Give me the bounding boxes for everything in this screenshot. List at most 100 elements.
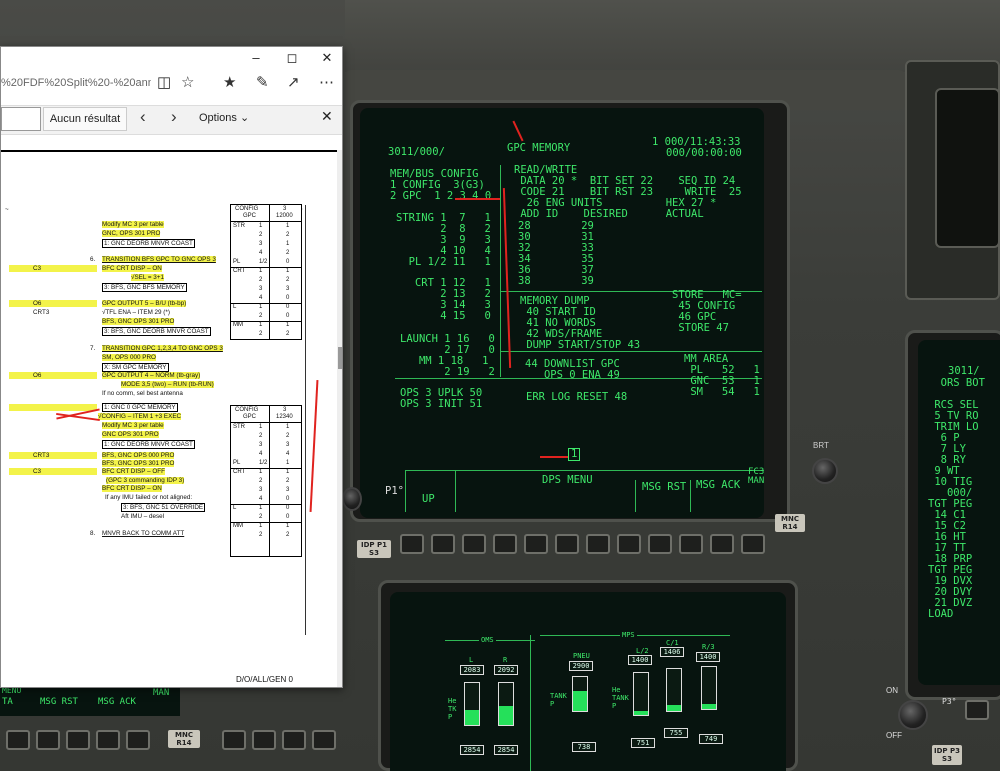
lower-left-key-6[interactable]	[222, 730, 246, 750]
table-cell-gpc: 4	[259, 250, 263, 256]
find-previous-button[interactable]: ‹	[140, 107, 146, 127]
crt-mm-area: MM AREA PL 52 1 GNC 53 1 SM 54 1	[684, 353, 760, 398]
on-label: ON	[886, 686, 898, 695]
crt-softkey-sep-2	[635, 480, 636, 512]
share-icon[interactable]: ↗	[287, 73, 300, 93]
highlight-bar	[9, 404, 97, 411]
reading-view-icon[interactable]: ◫	[157, 73, 171, 93]
edge-key-6[interactable]	[555, 534, 579, 554]
table2-header-config: CONFIG	[235, 407, 259, 413]
table-cell-gpc: 2	[259, 478, 263, 484]
oms-l-value: 2083	[460, 665, 484, 675]
crt-softkey-dps-menu[interactable]: DPS MENU	[542, 475, 593, 486]
table-cell-value: 3	[286, 487, 290, 493]
mps-value-751: 751	[631, 738, 655, 748]
step-number-6: 6.	[90, 256, 96, 263]
edge-key-10[interactable]	[679, 534, 703, 554]
find-result-label: Aucun résultat	[43, 107, 127, 131]
more-icon[interactable]: ⋯	[319, 73, 334, 93]
he-r3-value: 1400	[696, 652, 720, 662]
table-cell-gpc: 2	[259, 232, 263, 238]
address-bar[interactable]: %20FDF%20Split%20-%20annotate	[1, 71, 151, 95]
crt-ops-block: OPS 3 UPLK 50 OPS 3 INIT 51	[400, 387, 483, 410]
crt-launch-table: LAUNCH 1 16 0 2 17 0 MM 1 18 1 2 19 2	[400, 333, 495, 378]
right-edge-key-1[interactable]	[965, 700, 989, 720]
lower-left-key-2[interactable]	[36, 730, 60, 750]
lower-left-key-7[interactable]	[252, 730, 276, 750]
favorites-list-icon[interactable]: ★	[223, 73, 236, 93]
lower-left-ta[interactable]: TA	[2, 697, 13, 708]
lower-left-man[interactable]: MAN	[153, 688, 169, 699]
edge-key-8[interactable]	[617, 534, 641, 554]
step-line: √CONFIG – ITEM 1 +3 EXEC	[98, 413, 182, 420]
table-cell-gpc: 2	[259, 433, 263, 439]
lower-left-msg-rst[interactable]: MSG RST	[40, 697, 78, 708]
step-heading: TRANSITION GPC 1,2,3,4 TO GNC OPS 3	[102, 345, 223, 352]
step-line: BFS, GNC OPS 301 PRO	[102, 318, 175, 325]
find-close-button[interactable]: ✕	[321, 108, 333, 125]
left-knob[interactable]	[342, 487, 362, 511]
close-window-button[interactable]: ✕	[309, 47, 342, 69]
table-cell-value: 2	[286, 277, 290, 283]
edge-key-7[interactable]	[586, 534, 610, 554]
table-row-label: PL	[233, 259, 241, 265]
edge-key-1[interactable]	[400, 534, 424, 554]
crt-divider-2	[500, 351, 762, 352]
table-row-label: STR	[233, 223, 245, 229]
mnc-r14-placard-lower: MNC R14	[168, 730, 200, 748]
edge-key-12[interactable]	[741, 534, 765, 554]
lower-left-key-1[interactable]	[6, 730, 30, 750]
crt-downlist: 44 DOWNLIST GPC OPS 0 ENA 49	[525, 358, 620, 381]
edge-key-4[interactable]	[493, 534, 517, 554]
crt-softkey-up[interactable]: UP	[422, 494, 435, 505]
brightness-knob[interactable]	[812, 458, 838, 484]
crt-gpc-item: 2 GPC 1 2 3 4 0	[390, 190, 492, 202]
main-crt-screen: 3011/000/ GPC MEMORY 1 000/11:43:33 000/…	[360, 108, 764, 518]
edge-key-5[interactable]	[524, 534, 548, 554]
lower-left-key-3[interactable]	[66, 730, 90, 750]
pen-notes-icon[interactable]: ✎	[256, 73, 269, 93]
panel-label-o6-2: O6	[9, 372, 97, 379]
table1-header-value: 12000	[276, 213, 293, 219]
table-cell-value: 2	[286, 232, 290, 238]
table-cell-value: 0	[286, 505, 290, 511]
edge-key-9[interactable]	[648, 534, 672, 554]
step-number-8: 8.	[90, 530, 96, 537]
edge-key-3[interactable]	[462, 534, 486, 554]
crt-softkey-msg-rst[interactable]: MSG RST	[642, 482, 686, 493]
crt-softkey-msg-ack[interactable]: MSG ACK	[696, 480, 740, 491]
step-number-7: 7.	[90, 345, 96, 352]
find-input[interactable]	[1, 107, 41, 131]
minimize-button[interactable]: –	[238, 47, 274, 69]
lower-left-key-5[interactable]	[126, 730, 150, 750]
crt-softkey-sep-3	[690, 480, 691, 512]
step-display-box: 3: BFS, GNC DEORB MNVR COAST	[102, 327, 211, 336]
step-line: Aft IMU – desel	[121, 513, 165, 520]
annotation-underline-fault	[540, 456, 568, 458]
table1-column-rule	[269, 205, 270, 339]
find-next-button[interactable]: ›	[171, 107, 177, 127]
lower-left-crt: MENU TA MSG RST MSG ACK MAN	[0, 686, 180, 716]
table-row-label: MM	[233, 322, 243, 328]
edge-key-2[interactable]	[431, 534, 455, 554]
find-options-button[interactable]: Options ⌄	[199, 111, 249, 124]
lower-left-key-4[interactable]	[96, 730, 120, 750]
gauge-fill	[465, 710, 479, 725]
oms-he-tk-p-label: He TK P	[448, 697, 457, 721]
favorite-star-icon[interactable]: ☆	[181, 73, 194, 93]
crt-softkey-line	[405, 470, 764, 471]
power-knob[interactable]	[898, 700, 928, 730]
table-cell-value: 0	[286, 259, 290, 265]
table-cell-value: 4	[286, 451, 290, 457]
lower-left-msg-ack[interactable]: MSG ACK	[98, 697, 136, 708]
scrollbar-track[interactable]	[337, 150, 342, 687]
lower-left-key-9[interactable]	[312, 730, 336, 750]
crt-fc3-label: FC3 MAN	[748, 467, 764, 486]
lower-left-key-8[interactable]	[282, 730, 306, 750]
edge-key-11[interactable]	[710, 534, 734, 554]
table-cell-gpc: 2	[259, 514, 263, 520]
scrollbar-thumb[interactable]	[338, 347, 342, 369]
crt-p1-label: P1°	[385, 485, 404, 497]
table-cell-value: 1	[286, 322, 290, 328]
maximize-button[interactable]: ◻	[274, 47, 310, 69]
